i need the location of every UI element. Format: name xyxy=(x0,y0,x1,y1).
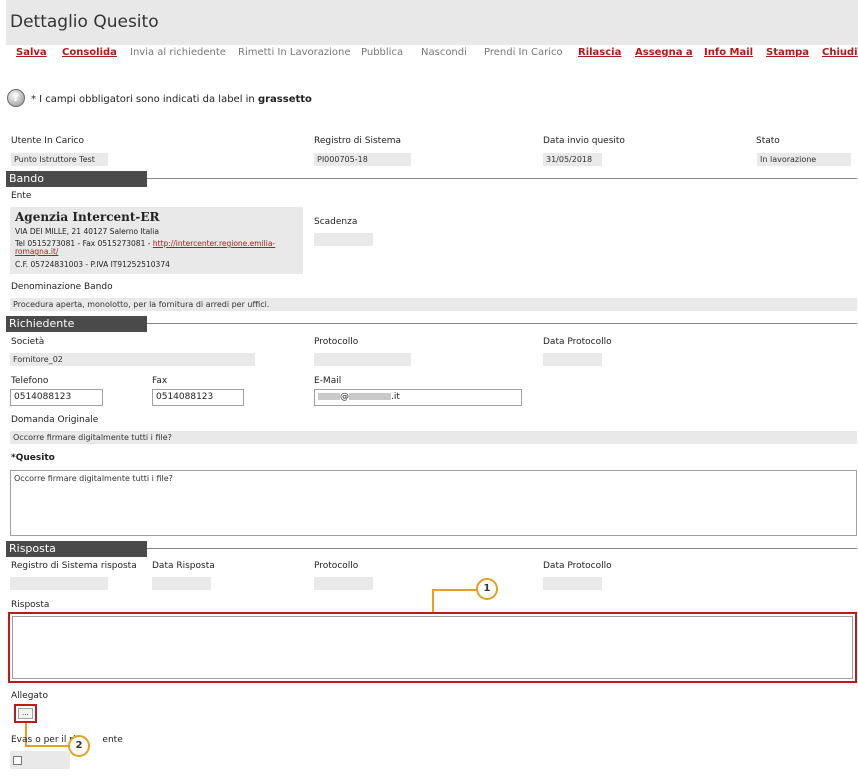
societa-label: Società xyxy=(11,337,45,347)
registro-risposta-value xyxy=(10,577,108,590)
evaso-checkbox[interactable] xyxy=(13,756,22,765)
callout-line xyxy=(432,589,477,591)
telefono-field[interactable]: 0514088123 xyxy=(10,389,103,406)
page-title: Dettaglio Quesito xyxy=(10,12,159,32)
quesito-textarea[interactable]: Occorre firmare digitalmente tutti i fil… xyxy=(10,470,857,536)
assegna-button[interactable]: Assegna a xyxy=(635,47,693,58)
risposta-textarea[interactable] xyxy=(12,616,853,679)
section-divider xyxy=(147,178,857,179)
ente-website-link[interactable]: http://intercenter.regione.emilia- xyxy=(153,239,275,248)
stato-value: In lavorazione xyxy=(757,153,851,166)
rimetti-lavorazione-button[interactable]: Rimetti In Lavorazione xyxy=(238,47,351,58)
registro-value: PI000705-18 xyxy=(314,153,411,166)
callout-1-badge: 1 xyxy=(476,578,498,600)
fax-label: Fax xyxy=(152,376,168,386)
domanda-label: Domanda Originale xyxy=(11,415,99,425)
fax-field[interactable]: 0514088123 xyxy=(152,389,244,406)
evaso-field xyxy=(10,751,70,769)
evaso-label-part: ente xyxy=(102,735,123,745)
scadenza-label: Scadenza xyxy=(314,217,358,227)
protocollo-risposta-value xyxy=(314,577,373,590)
data-risposta-value xyxy=(152,577,211,590)
protocollo-risposta-label: Protocollo xyxy=(314,561,359,571)
chiudi-button[interactable]: Chiudi xyxy=(822,47,858,58)
registro-label: Registro di Sistema xyxy=(314,136,402,146)
denominazione-label: Denominazione Bando xyxy=(11,282,113,292)
ente-website-link-cont[interactable]: romagna.it/ xyxy=(15,247,58,256)
redacted-block xyxy=(318,393,340,400)
required-fields-note: * I campi obbligatori sono indicati da l… xyxy=(31,94,312,105)
email-label: E-Mail xyxy=(314,376,342,386)
protocollo-value xyxy=(314,353,411,366)
section-richiedente: Richiedente xyxy=(6,316,147,332)
salva-button[interactable]: Salva xyxy=(16,47,47,58)
callout-line xyxy=(432,589,434,612)
info-mail-button[interactable]: Info Mail xyxy=(704,47,753,58)
section-risposta: Risposta xyxy=(6,541,147,557)
note-bold: grassetto xyxy=(257,94,312,105)
note-text: * I campi obbligatori sono indicati da l… xyxy=(31,94,255,105)
scadenza-value xyxy=(314,233,373,246)
nascondi-button[interactable]: Nascondi xyxy=(421,47,467,58)
ente-name: Agenzia Intercent-ER xyxy=(15,210,160,224)
ente-box: Agenzia Intercent-ER VIA DEI MILLE, 21 4… xyxy=(10,207,303,274)
quesito-label-text: Quesito xyxy=(15,453,55,463)
email-at: @ xyxy=(340,392,349,402)
evaso-label-part: Evas xyxy=(11,735,33,745)
stato-label: Stato xyxy=(756,136,780,146)
data-invio-value: 31/05/2018 xyxy=(543,153,602,166)
protocollo-label: Protocollo xyxy=(314,337,359,347)
data-protocollo-risposta-label: Data Protocollo xyxy=(543,561,612,571)
help-icon[interactable]: ? xyxy=(7,89,25,107)
section-divider xyxy=(147,548,857,549)
denominazione-value: Procedura aperta, monolotto, per la forn… xyxy=(10,298,857,311)
evaso-label: Evas o per il ric ente xyxy=(11,735,123,745)
data-risposta-label: Data Risposta xyxy=(152,561,215,571)
allegato-label: Allegato xyxy=(11,691,48,701)
ente-cf: C.F. 05724831003 - P.IVA IT91252510374 xyxy=(15,260,170,269)
email-field[interactable]: @ .it xyxy=(314,389,522,406)
utente-label: Utente In Carico xyxy=(11,136,84,146)
redacted-block xyxy=(349,393,391,400)
section-bando: Bando xyxy=(6,171,147,187)
ente-address: VIA DEI MILLE, 21 40127 Salerno Italia xyxy=(15,227,159,236)
rilascia-button[interactable]: Rilascia xyxy=(578,47,621,58)
allegato-button[interactable]: ... xyxy=(18,708,33,719)
ente-label: Ente xyxy=(11,191,32,201)
title-bar: Dettaglio Quesito xyxy=(6,0,858,45)
data-protocollo-label: Data Protocollo xyxy=(543,337,612,347)
allegato-highlight: ... xyxy=(14,704,37,723)
data-protocollo-risposta-value xyxy=(543,577,602,590)
stampa-button[interactable]: Stampa xyxy=(766,47,809,58)
registro-risposta-label: Registro di Sistema risposta xyxy=(11,561,137,571)
data-invio-label: Data invio quesito xyxy=(543,136,625,146)
telefono-label: Telefono xyxy=(11,376,49,386)
consolida-button[interactable]: Consolida xyxy=(62,47,117,58)
societa-value: Fornitore_02 xyxy=(10,353,255,366)
utente-value: Punto Istruttore Test xyxy=(11,153,108,166)
data-protocollo-value xyxy=(543,353,602,366)
prendi-in-carico-button[interactable]: Prendi In Carico xyxy=(484,47,563,58)
invia-richiedente-button[interactable]: Invia al richiedente xyxy=(130,47,226,58)
section-divider xyxy=(147,323,857,324)
callout-2-badge: 2 xyxy=(68,735,90,757)
risposta-highlight xyxy=(8,612,857,683)
domanda-value: Occorre firmare digitalmente tutti i fil… xyxy=(10,431,857,444)
callout-line xyxy=(25,745,69,747)
risposta-label: Risposta xyxy=(11,600,50,610)
pubblica-button[interactable]: Pubblica xyxy=(361,47,403,58)
email-suffix: .it xyxy=(391,392,400,402)
quesito-label: *Quesito xyxy=(11,453,55,463)
